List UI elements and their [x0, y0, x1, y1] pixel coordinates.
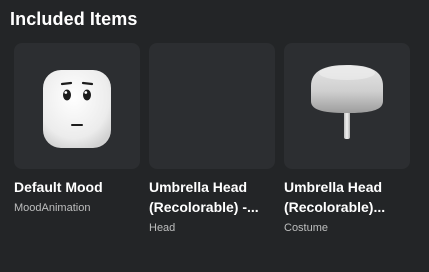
- item-type: Head: [149, 222, 176, 234]
- item-thumbnail[interactable]: [149, 43, 275, 169]
- item-card-default-mood[interactable]: Default Mood MoodAnimation: [14, 43, 140, 235]
- item-card-umbrella-head-costume[interactable]: Umbrella Head (Recolorable)... Costume: [284, 43, 410, 235]
- smiley-head-icon: [43, 70, 111, 148]
- item-name[interactable]: Default Mood: [14, 177, 126, 197]
- item-name[interactable]: Umbrella Head (Recolorable)...: [284, 177, 396, 217]
- umbrella-head-icon: [311, 65, 383, 139]
- included-items-list: Default Mood MoodAnimation Umbrella Head…: [14, 43, 410, 235]
- section-title: Included Items: [10, 9, 138, 29]
- item-name[interactable]: Umbrella Head (Recolorable) -...: [149, 177, 261, 217]
- item-card-umbrella-head-head[interactable]: Umbrella Head (Recolorable) -... Head: [149, 43, 275, 235]
- item-thumbnail[interactable]: [284, 43, 410, 169]
- item-type: Costume: [284, 222, 329, 234]
- item-thumbnail[interactable]: [14, 43, 140, 169]
- item-type: MoodAnimation: [14, 202, 91, 214]
